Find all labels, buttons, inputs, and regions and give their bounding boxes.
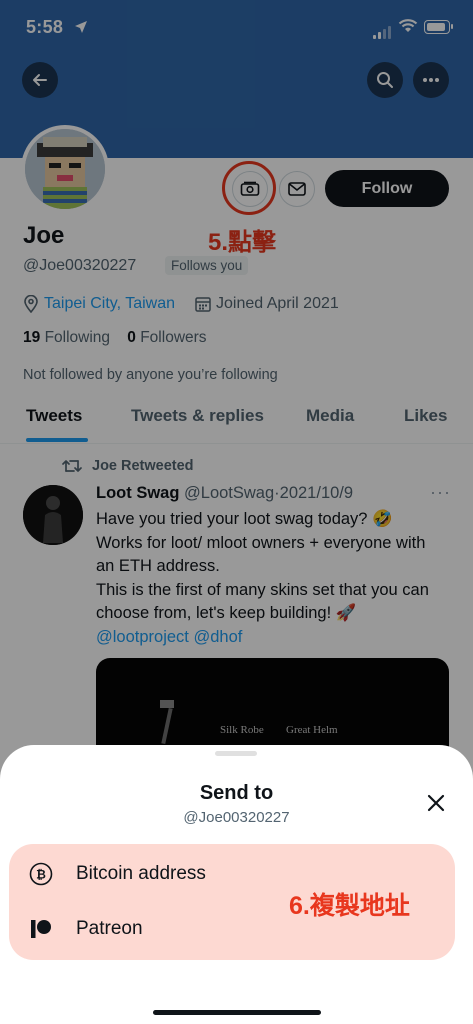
annotation-step-6: 6.複製地址 (289, 892, 410, 920)
option-label: Patreon (76, 918, 143, 939)
close-icon[interactable] (425, 792, 447, 814)
sheet-subtitle: @Joe00320227 (183, 809, 290, 826)
option-label: Bitcoin address (76, 863, 206, 884)
bitcoin-icon: ₿ (28, 861, 54, 887)
sheet-title: Send to (199, 782, 274, 804)
send-to-sheet: Send to @Joe00320227 ₿ Bitcoin address P… (0, 745, 473, 1024)
sheet-grabber[interactable] (215, 751, 257, 756)
home-indicator (153, 1010, 321, 1015)
svg-text:₿: ₿ (36, 868, 46, 882)
send-options-card: ₿ Bitcoin address Patreon 6.複製地址 (9, 844, 455, 960)
patreon-icon (28, 916, 54, 942)
